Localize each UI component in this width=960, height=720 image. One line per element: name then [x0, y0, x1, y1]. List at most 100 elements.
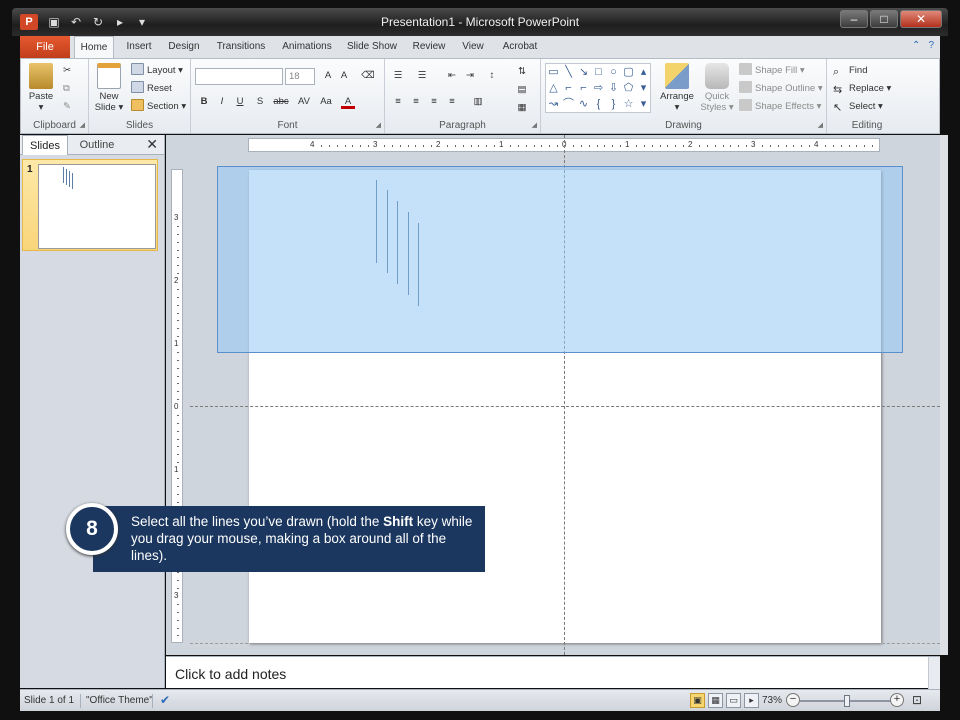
elbow-connector-icon[interactable]: ⌐	[561, 80, 576, 96]
tab-acrobat[interactable]: Acrobat	[498, 36, 542, 58]
italic-button[interactable]: I	[215, 95, 229, 109]
align-center-icon[interactable]: ≡	[409, 95, 423, 109]
left-brace-shape-icon[interactable]: {	[591, 96, 606, 112]
slide-sorter-icon[interactable]: ▦	[708, 693, 723, 708]
tab-view[interactable]: View	[456, 36, 490, 58]
notes-scrollbar[interactable]	[928, 657, 940, 689]
tab-outline[interactable]: Outline	[72, 135, 122, 155]
tab-transitions[interactable]: Transitions	[212, 36, 270, 58]
close-button[interactable]: ✕	[900, 10, 942, 28]
rounded-rect-shape-icon[interactable]: ▢	[621, 64, 636, 80]
decrease-indent-icon[interactable]: ⇤	[445, 69, 459, 83]
horizontal-guide[interactable]	[190, 406, 940, 407]
gallery-scroll-up-icon[interactable]: ▴	[636, 64, 651, 80]
smartart-icon[interactable]: ▦	[515, 101, 529, 115]
quick-styles-button[interactable]: Quick Styles ▾	[697, 63, 737, 113]
section-button[interactable]: Section ▾	[131, 99, 186, 115]
tab-animations[interactable]: Animations	[278, 36, 336, 58]
align-text-icon[interactable]: ▤	[515, 83, 529, 97]
zoom-in-icon[interactable]: +	[890, 693, 904, 707]
help-icon[interactable]: ?	[928, 40, 934, 51]
shape-effects-button[interactable]: Shape Effects ▾	[739, 99, 821, 115]
paste-button[interactable]: Paste ▾	[23, 63, 59, 113]
reading-view-icon[interactable]: ▭	[726, 693, 741, 708]
shapes-gallery[interactable]: ▭ ╲ ↘ □ ○ ▢ ▴ △ ⌐ ⌐ ⇨ ⇩ ⬠ ▾ ↝ ⌒ ∿ { } ☆	[545, 63, 651, 113]
star-shape-icon[interactable]: ☆	[621, 96, 636, 112]
character-spacing-button[interactable]: AV	[295, 95, 313, 109]
tab-file[interactable]: File	[20, 36, 70, 58]
tab-review[interactable]: Review	[408, 36, 450, 58]
shadow-button[interactable]: S	[253, 95, 267, 109]
strikethrough-button[interactable]: abc	[271, 95, 291, 109]
font-color-button[interactable]: A	[341, 95, 355, 109]
shrink-font-icon[interactable]: A	[337, 69, 351, 83]
paragraph-launcher-icon[interactable]: ◢	[532, 121, 537, 129]
maximize-button[interactable]: □	[870, 10, 898, 28]
spelling-check-icon[interactable]: ✔	[160, 693, 170, 707]
zoom-slider[interactable]	[800, 695, 896, 707]
right-brace-shape-icon[interactable]: }	[606, 96, 621, 112]
slide-thumbnail[interactable]	[38, 164, 156, 249]
line-shape-icon[interactable]: ╲	[561, 64, 576, 80]
arrow-shape-icon[interactable]: ↘	[576, 64, 591, 80]
arrange-button[interactable]: Arrange ▾	[657, 63, 697, 113]
shape-fill-button[interactable]: Shape Fill ▾	[739, 63, 805, 79]
slide-editor[interactable]: 432101234 3210123	[166, 135, 940, 655]
gallery-scroll-down-icon[interactable]: ▾	[636, 80, 651, 96]
slide-thumbnail-selected[interactable]: 1	[22, 159, 158, 251]
pentagon-shape-icon[interactable]: ⬠	[621, 80, 636, 96]
zoom-out-icon[interactable]: −	[786, 693, 800, 707]
close-icon[interactable]: ✕	[146, 136, 158, 153]
new-slide-button[interactable]: New Slide ▾	[91, 63, 127, 113]
find-button[interactable]: ⌕ Find	[833, 63, 867, 79]
curved-connector-icon[interactable]: ↝	[546, 96, 561, 112]
normal-view-icon[interactable]: ▣	[690, 693, 705, 708]
align-right-icon[interactable]: ≡	[427, 95, 441, 109]
font-size-combo[interactable]: 18	[285, 68, 315, 85]
zoom-slider-thumb[interactable]	[844, 695, 850, 707]
oval-shape-icon[interactable]: ○	[606, 64, 621, 80]
tab-slides[interactable]: Slides	[22, 135, 68, 155]
underline-button[interactable]: U	[233, 95, 247, 109]
select-button[interactable]: ↖ Select ▾	[833, 99, 883, 115]
clear-formatting-icon[interactable]: ⌫	[361, 69, 375, 83]
bold-button[interactable]: B	[197, 95, 211, 109]
align-left-icon[interactable]: ≡	[391, 95, 405, 109]
format-painter-icon[interactable]: ✎	[63, 99, 71, 115]
grow-font-icon[interactable]: A	[321, 69, 335, 83]
slideshow-view-icon[interactable]: ▸	[744, 693, 759, 708]
bullets-icon[interactable]: ☰	[391, 69, 405, 83]
change-case-button[interactable]: Aa	[317, 95, 335, 109]
reset-button[interactable]: Reset	[131, 81, 172, 97]
notes-placeholder[interactable]: Click to add notes	[175, 666, 286, 682]
textbox-shape-icon[interactable]: ▭	[546, 64, 561, 80]
minimize-ribbon-icon[interactable]: ⌃	[912, 40, 920, 51]
shape-outline-button[interactable]: Shape Outline ▾	[739, 81, 823, 97]
notes-pane[interactable]: Click to add notes	[166, 656, 940, 689]
fit-to-window-icon[interactable]: ⊡	[912, 693, 922, 707]
font-family-combo[interactable]	[195, 68, 283, 85]
right-arrow-shape-icon[interactable]: ⇨	[591, 80, 606, 96]
cut-icon[interactable]: ✂	[63, 63, 71, 79]
numbering-icon[interactable]: ☰	[415, 69, 429, 83]
tab-slide-show[interactable]: Slide Show	[344, 36, 400, 58]
rectangle-shape-icon[interactable]: □	[591, 64, 606, 80]
columns-icon[interactable]: ▥	[471, 95, 485, 109]
line-spacing-icon[interactable]: ↕	[485, 69, 499, 83]
clipboard-launcher-icon[interactable]: ◢	[80, 121, 85, 129]
gallery-more-icon[interactable]: ▾	[636, 96, 651, 112]
minimize-button[interactable]: –	[840, 10, 868, 28]
increase-indent-icon[interactable]: ⇥	[463, 69, 477, 83]
freeform-shape-icon[interactable]: ∿	[576, 96, 591, 112]
tab-design[interactable]: Design	[164, 36, 204, 58]
theme-name[interactable]: "Office Theme"	[86, 695, 153, 706]
font-launcher-icon[interactable]: ◢	[376, 121, 381, 129]
triangle-shape-icon[interactable]: △	[546, 80, 561, 96]
down-arrow-shape-icon[interactable]: ⇩	[606, 80, 621, 96]
justify-icon[interactable]: ≡	[445, 95, 459, 109]
copy-icon[interactable]: ⧉	[63, 81, 70, 97]
tab-insert[interactable]: Insert	[120, 36, 158, 58]
vertical-scrollbar[interactable]	[940, 135, 948, 655]
drawing-launcher-icon[interactable]: ◢	[818, 121, 823, 129]
layout-button[interactable]: Layout ▾	[131, 63, 183, 79]
